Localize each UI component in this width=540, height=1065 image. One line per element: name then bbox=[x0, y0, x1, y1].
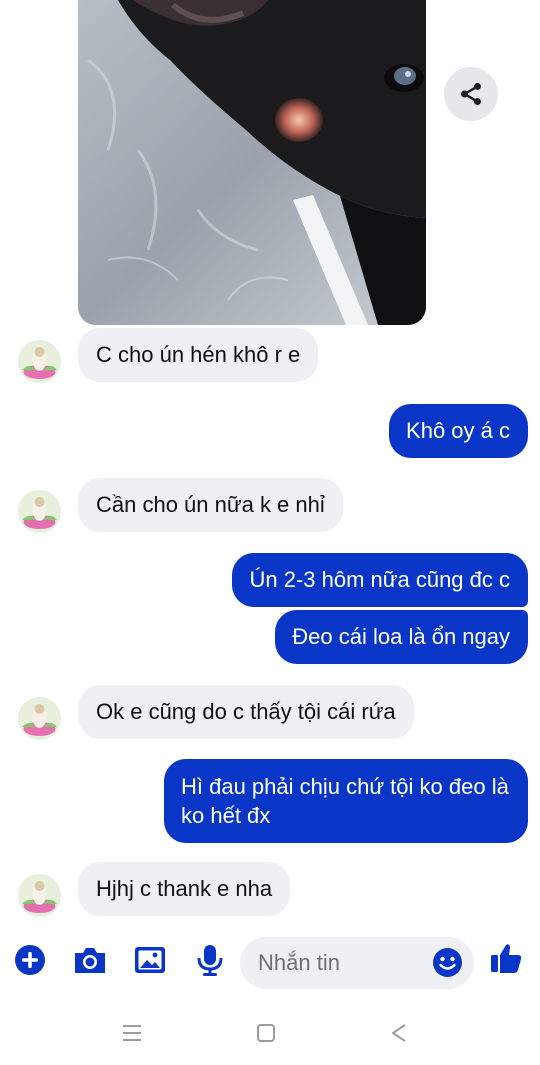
message-input-placeholder: Nhắn tin bbox=[258, 950, 340, 975]
avatar-image bbox=[18, 697, 61, 740]
avatar-image bbox=[18, 874, 61, 917]
avatar-image bbox=[18, 340, 61, 383]
thumbs-up-icon bbox=[491, 944, 522, 973]
dog-photo bbox=[78, 0, 426, 325]
message-input[interactable]: Nhắn tin bbox=[240, 937, 474, 989]
message-bubble-incoming[interactable]: Cần cho ún nữa k e nhỉ bbox=[78, 478, 343, 532]
avatar[interactable] bbox=[18, 874, 61, 917]
message-bubble-incoming[interactable]: Ok e cũng do c thấy tội cái rứa bbox=[78, 685, 414, 739]
home-button[interactable] bbox=[251, 1018, 281, 1048]
emoji-icon[interactable] bbox=[432, 947, 463, 978]
like-button[interactable] bbox=[484, 936, 528, 980]
gallery-button[interactable] bbox=[130, 940, 170, 980]
message-bubble-incoming[interactable]: Hjhj c thank e nha bbox=[78, 862, 291, 916]
avatar-image bbox=[18, 490, 61, 533]
camera-icon bbox=[75, 948, 105, 973]
message-bubble-outgoing[interactable]: Ún 2-3 hôm nữa cũng đc c bbox=[232, 553, 528, 607]
share-button[interactable] bbox=[444, 67, 498, 121]
message-bubble-outgoing[interactable]: Đeo cái loa là ổn ngay bbox=[275, 610, 528, 664]
microphone-icon bbox=[197, 945, 223, 976]
message-bubble-outgoing[interactable]: Hì đau phải chịu chứ tội ko đeo là ko hế… bbox=[164, 759, 528, 843]
gallery-icon bbox=[135, 947, 165, 973]
recent-apps-icon bbox=[123, 1025, 141, 1041]
plus-button[interactable] bbox=[10, 940, 50, 980]
message-bubble-outgoing[interactable]: Khô oy á c bbox=[389, 404, 528, 458]
recent-apps-button[interactable] bbox=[117, 1018, 147, 1048]
camera-button[interactable] bbox=[70, 940, 110, 980]
avatar[interactable] bbox=[18, 490, 61, 533]
microphone-button[interactable] bbox=[190, 940, 230, 980]
message-bubble-incoming[interactable]: C cho ún hén khô r e bbox=[78, 328, 319, 382]
avatar[interactable] bbox=[18, 340, 61, 383]
home-icon bbox=[257, 1024, 275, 1042]
back-button[interactable] bbox=[384, 1018, 414, 1048]
avatar[interactable] bbox=[18, 697, 61, 740]
back-icon bbox=[392, 1024, 406, 1042]
plus-icon bbox=[15, 945, 45, 975]
photo-attachment[interactable] bbox=[78, 0, 426, 325]
share-icon bbox=[461, 82, 481, 106]
